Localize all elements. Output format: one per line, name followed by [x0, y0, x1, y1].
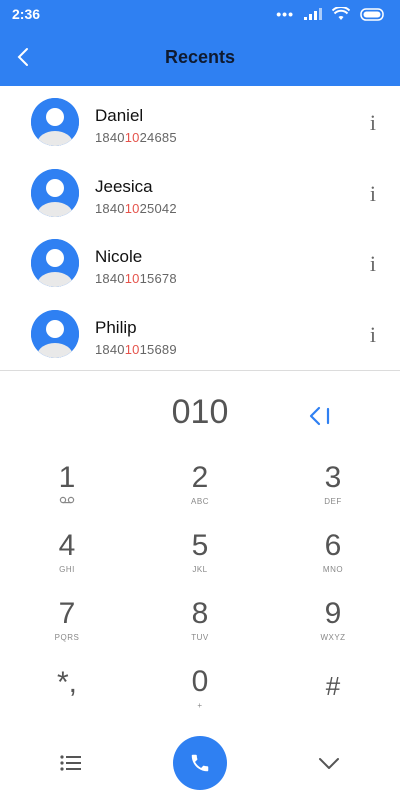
avatar	[31, 98, 79, 146]
collapse-keypad-button[interactable]	[314, 748, 344, 778]
key-letters: MNO	[322, 565, 344, 574]
number-match: 10	[124, 200, 140, 216]
key-hash[interactable]: #	[283, 659, 383, 727]
person-icon	[31, 98, 79, 146]
key-0[interactable]: 0 +	[150, 659, 250, 727]
number-suffix: 24685	[139, 130, 177, 145]
back-button[interactable]	[8, 42, 38, 72]
wifi-icon	[332, 7, 350, 20]
call-button[interactable]	[173, 736, 227, 790]
dialed-number: 010	[171, 393, 229, 431]
number-prefix: 1840	[95, 341, 125, 357]
divider	[0, 370, 400, 371]
info-button[interactable]: i	[370, 251, 376, 277]
key-6[interactable]: 6 MNO	[283, 523, 383, 591]
contact-number: 18401024685	[95, 130, 177, 145]
page-title: Recents	[164, 46, 236, 67]
chevron-down-icon	[319, 758, 339, 769]
key-digit: 2	[191, 461, 209, 494]
key-digit: 4	[58, 529, 76, 562]
number-suffix: 15678	[139, 271, 177, 286]
contact-name: Daniel	[95, 106, 144, 125]
key-digit: 5	[191, 529, 209, 562]
app-bar: Recents	[0, 28, 400, 86]
info-button[interactable]: i	[370, 181, 376, 207]
avatar	[31, 239, 79, 287]
keypad-row: 7 PQRS 8 TUV 9 WXYZ	[0, 591, 400, 659]
key-9[interactable]: 9 WXYZ	[283, 591, 383, 659]
voicemail-icon	[59, 496, 75, 504]
key-digit: *,	[57, 666, 78, 699]
keypad-row: 4 GHI 5 JKL 6 MNO	[0, 523, 400, 591]
more-dots-icon: •••	[276, 6, 294, 22]
key-letters: DEF	[324, 497, 342, 506]
chevron-left-icon	[17, 48, 28, 66]
key-8[interactable]: 8 TUV	[150, 591, 250, 659]
number-match: 10	[124, 341, 140, 357]
bottom-actions	[0, 732, 400, 794]
key-letters: WXYZ	[320, 633, 346, 642]
list-icon	[60, 755, 81, 771]
contact-number: 18401015689	[95, 342, 177, 357]
number-prefix: 1840	[95, 200, 125, 216]
key-letters: JKL	[192, 565, 208, 574]
number-suffix: 25042	[139, 200, 177, 216]
keypad-row: *, 0 + #	[0, 659, 400, 727]
key-digit: 1	[58, 461, 76, 494]
contact-name: Jeesica	[95, 176, 153, 196]
number-prefix: 1840	[95, 130, 125, 145]
key-letters: TUV	[191, 633, 209, 642]
key-letters: GHI	[59, 565, 75, 574]
signal-icon	[304, 8, 322, 20]
avatar	[31, 309, 79, 358]
key-digit: #	[325, 671, 341, 701]
list-item[interactable]: Philip 18401015689 i	[0, 298, 400, 369]
number-suffix: 15689	[139, 341, 177, 357]
list-item[interactable]: Jeesica 18401025042 i	[0, 157, 400, 228]
key-digit: 3	[324, 461, 342, 494]
key-1[interactable]: 1	[17, 455, 117, 523]
contact-name: Nicole	[95, 247, 143, 266]
key-letters: PQRS	[54, 633, 80, 642]
contact-number: 18401025042	[95, 201, 177, 216]
number-prefix: 1840	[95, 271, 125, 286]
list-item[interactable]: Nicole 18401015678 i	[0, 227, 400, 298]
key-digit: 7	[58, 597, 76, 630]
contact-number: 18401015678	[95, 271, 177, 286]
status-bar: 2:36 •••	[0, 0, 400, 28]
key-digit: 9	[324, 597, 342, 630]
number-match: 10	[124, 130, 140, 145]
key-star[interactable]: *,	[17, 659, 117, 727]
keypad: 1 2 ABC 3 DEF 4 GHI 5 JKL 6 MNO 7 PQRS 8…	[0, 455, 400, 727]
list-item[interactable]: Daniel 18401024685 i	[0, 86, 400, 157]
backspace-icon	[309, 406, 330, 426]
status-time: 2:36	[12, 6, 41, 22]
info-button[interactable]: i	[370, 322, 376, 348]
key-4[interactable]: 4 GHI	[17, 523, 117, 591]
key-letters: ABC	[191, 497, 209, 506]
contact-name: Philip	[95, 317, 137, 337]
dial-entry: 010	[0, 383, 400, 443]
info-button[interactable]: i	[370, 110, 376, 136]
recents-list: Daniel 18401024685 i Jeesica 18401025042…	[0, 86, 400, 370]
phone-icon	[191, 754, 209, 772]
key-letters: +	[197, 701, 203, 710]
person-icon	[31, 309, 79, 358]
keypad-row: 1 2 ABC 3 DEF	[0, 455, 400, 523]
key-digit: 0	[191, 665, 209, 698]
key-5[interactable]: 5 JKL	[150, 523, 250, 591]
key-3[interactable]: 3 DEF	[283, 455, 383, 523]
person-icon	[31, 168, 79, 217]
key-digit: 6	[324, 529, 342, 562]
key-digit: 8	[191, 597, 209, 630]
battery-icon	[360, 7, 384, 21]
backspace-button[interactable]	[308, 403, 334, 429]
status-icons: •••	[276, 7, 386, 21]
number-match: 10	[124, 271, 140, 286]
key-7[interactable]: 7 PQRS	[17, 591, 117, 659]
menu-button[interactable]	[56, 748, 86, 778]
avatar	[31, 168, 79, 217]
key-2[interactable]: 2 ABC	[150, 455, 250, 523]
person-icon	[31, 239, 79, 287]
